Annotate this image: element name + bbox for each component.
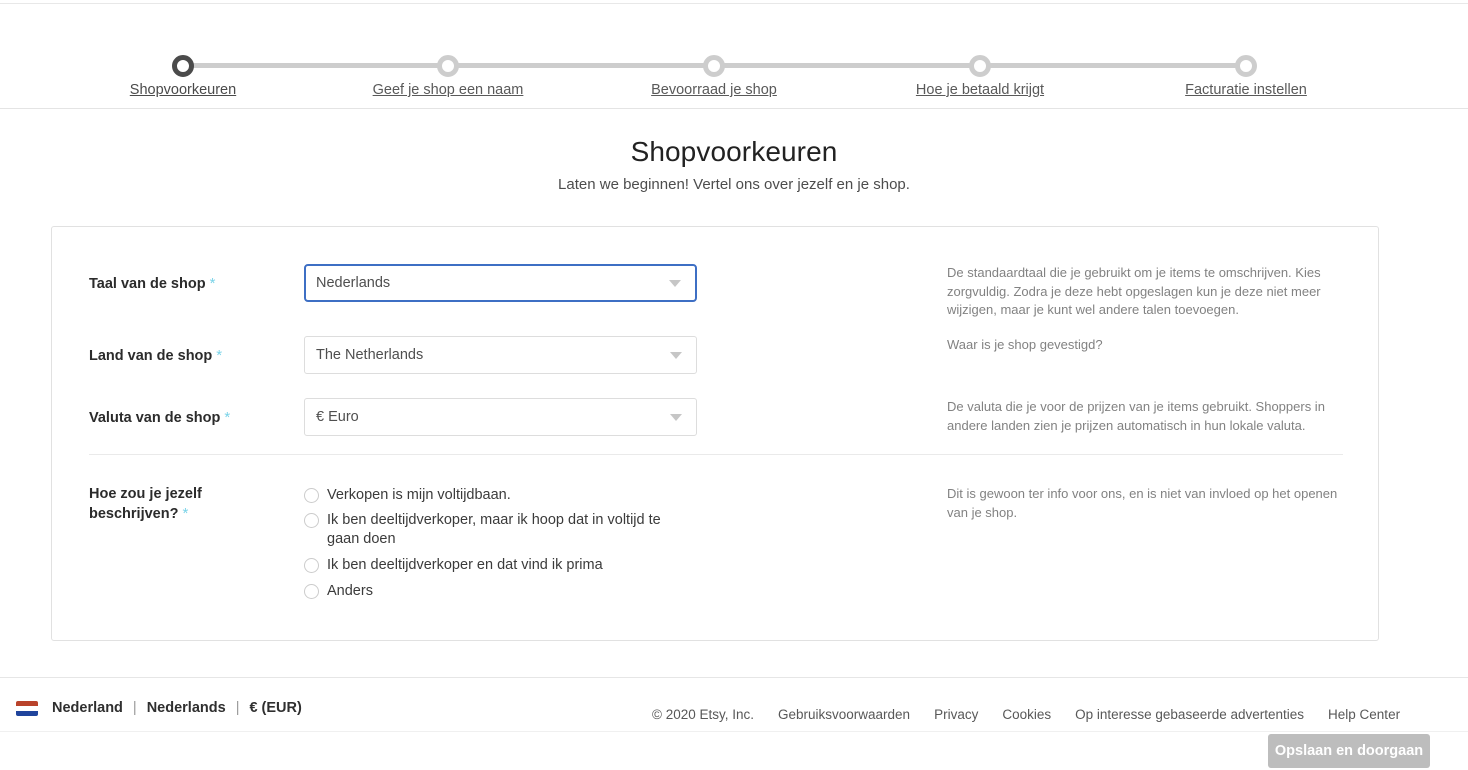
radio-icon xyxy=(304,584,319,599)
page-subtitle: Laten we beginnen! Vertel ons over jezel… xyxy=(0,176,1468,193)
required-asterisk: * xyxy=(210,275,216,292)
required-asterisk: * xyxy=(182,505,188,522)
required-asterisk: * xyxy=(224,409,230,426)
radio-label: Verkopen is mijn voltijdbaan. xyxy=(327,486,692,505)
help-shop-currency: De valuta die je voor de prijzen van je … xyxy=(947,398,1347,435)
top-divider xyxy=(0,3,1468,4)
chevron-down-icon xyxy=(670,414,682,421)
locale-selector[interactable]: Nederland | Nederlands | € (EUR) xyxy=(16,700,302,716)
step-label[interactable]: Bevoorraad je shop xyxy=(594,82,834,98)
step-dot-icon xyxy=(437,55,459,77)
step-dot-icon xyxy=(703,55,725,77)
label-shop-language: Taal van de shop* xyxy=(89,274,299,294)
card-section-divider xyxy=(89,454,1343,455)
footer-separator: | xyxy=(236,700,240,716)
step-dot-icon xyxy=(969,55,991,77)
label-shop-currency: Valuta van de shop* xyxy=(89,408,299,428)
footer-link-help-center[interactable]: Help Center xyxy=(1328,707,1400,722)
flag-netherlands-icon xyxy=(16,701,38,716)
select-shop-currency[interactable]: € Euro xyxy=(304,398,697,436)
required-asterisk: * xyxy=(216,347,222,364)
save-and-continue-button[interactable]: Opslaan en doorgaan xyxy=(1268,734,1430,768)
chevron-down-icon xyxy=(669,280,681,287)
radio-icon xyxy=(304,558,319,573)
shop-preferences-card: Taal van de shop* Nederlands De standaar… xyxy=(51,226,1379,641)
label-shop-country: Land van de shop* xyxy=(89,346,299,366)
footer-link-privacy[interactable]: Privacy xyxy=(934,707,978,722)
footer-divider xyxy=(0,677,1468,678)
select-shop-country[interactable]: The Netherlands xyxy=(304,336,697,374)
radio-option-parttime-hoping-fulltime[interactable]: Ik ben deeltijdverkoper, maar ik hoop da… xyxy=(304,511,692,549)
radio-option-other[interactable]: Anders xyxy=(304,582,692,601)
select-value: Nederlands xyxy=(316,266,390,300)
select-value: The Netherlands xyxy=(316,337,423,373)
footer-link-interest-based-ads[interactable]: Op interesse gebaseerde advertenties xyxy=(1075,707,1304,722)
help-seller-type: Dit is gewoon ter info voor ons, en is n… xyxy=(947,485,1347,522)
footer-language[interactable]: Nederlands xyxy=(147,700,226,716)
step-label[interactable]: Hoe je betaald krijgt xyxy=(860,82,1100,98)
chevron-down-icon xyxy=(670,352,682,359)
page-footer: Nederland | Nederlands | € (EUR) © 2020 … xyxy=(0,700,1468,732)
radio-label: Anders xyxy=(327,582,692,601)
step-label[interactable]: Facturatie instellen xyxy=(1126,82,1366,98)
step-label[interactable]: Geef je shop een naam xyxy=(328,82,568,98)
select-shop-language[interactable]: Nederlands xyxy=(304,264,697,302)
radio-icon xyxy=(304,488,319,503)
step-label[interactable]: Shopvoorkeuren xyxy=(63,82,303,98)
label-text: Valuta van de shop xyxy=(89,410,220,426)
label-text: Land van de shop xyxy=(89,348,212,364)
radio-label: Ik ben deeltijdverkoper en dat vind ik p… xyxy=(327,556,692,575)
page-title: Shopvoorkeuren xyxy=(0,136,1468,168)
footer-link-cookies[interactable]: Cookies xyxy=(1002,707,1051,722)
footer-country[interactable]: Nederland xyxy=(52,700,123,716)
radio-option-fulltime[interactable]: Verkopen is mijn voltijdbaan. xyxy=(304,486,692,505)
label-seller-type: Hoe zou je jezelf beschrijven?* xyxy=(89,485,264,524)
bottom-action-bar: Opslaan en doorgaan xyxy=(0,731,1468,770)
label-text: Taal van de shop xyxy=(89,276,206,292)
footer-copyright: © 2020 Etsy, Inc. xyxy=(652,707,754,722)
footer-separator: | xyxy=(133,700,137,716)
header-divider xyxy=(0,108,1468,109)
radio-label: Ik ben deeltijdverkoper, maar ik hoop da… xyxy=(327,511,692,549)
select-value: € Euro xyxy=(316,399,359,435)
footer-link-terms[interactable]: Gebruiksvoorwaarden xyxy=(778,707,910,722)
onboarding-page: Shopvoorkeuren Geef je shop een naam Bev… xyxy=(0,0,1468,770)
help-shop-language: De standaardtaal die je gebruikt om je i… xyxy=(947,264,1347,320)
footer-links: © 2020 Etsy, Inc. Gebruiksvoorwaarden Pr… xyxy=(652,707,1400,722)
help-shop-country: Waar is je shop gevestigd? xyxy=(947,336,1347,355)
radio-icon xyxy=(304,513,319,528)
step-dot-icon xyxy=(1235,55,1257,77)
onboarding-stepper: Shopvoorkeuren Geef je shop een naam Bev… xyxy=(0,22,1468,92)
step-dot-icon xyxy=(172,55,194,77)
radio-option-parttime-happy[interactable]: Ik ben deeltijdverkoper en dat vind ik p… xyxy=(304,556,692,575)
footer-currency[interactable]: € (EUR) xyxy=(249,700,301,716)
